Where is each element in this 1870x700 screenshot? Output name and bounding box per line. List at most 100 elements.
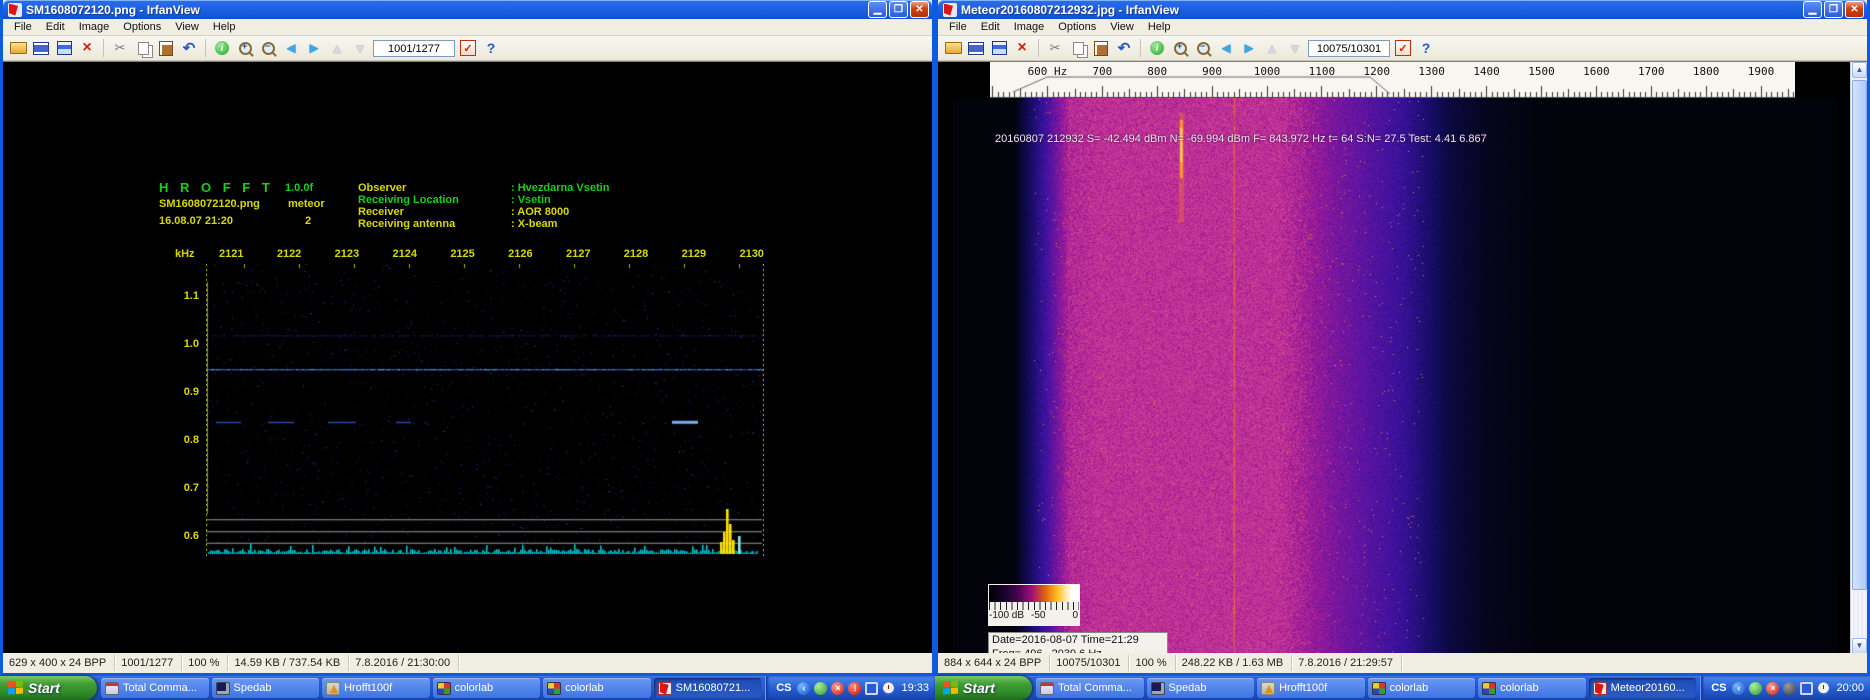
language-indicator[interactable]: CS [776, 682, 793, 694]
help-icon[interactable]: ? [1416, 39, 1436, 58]
paste-icon[interactable] [1091, 39, 1111, 58]
menu-item[interactable]: Image [1007, 20, 1052, 34]
menu-item[interactable]: Options [116, 20, 168, 34]
hide-icons-icon[interactable]: ‹ [1732, 682, 1745, 695]
task-button[interactable]: Hrofft100f [322, 678, 430, 698]
thumbnails-icon[interactable] [966, 39, 986, 58]
menu-item[interactable]: File [942, 20, 974, 34]
menu-item[interactable]: Edit [39, 20, 72, 34]
checkbox-icon[interactable] [458, 39, 478, 58]
spectrogram-mode: meteor [288, 198, 325, 210]
maximize-button[interactable]: ❐ [889, 1, 908, 18]
thumbnails-icon[interactable] [31, 39, 51, 58]
cut-icon[interactable]: ✂ [1045, 39, 1065, 58]
scroll-up-button[interactable]: ▲ [1852, 62, 1867, 78]
display-icon[interactable] [1800, 682, 1813, 695]
tray-error-icon[interactable]: × [1766, 682, 1779, 695]
open-icon[interactable] [8, 39, 28, 58]
delete-icon[interactable]: × [1012, 39, 1032, 58]
previous-file-icon[interactable]: ◄ [1216, 39, 1236, 58]
open-icon[interactable] [943, 39, 963, 58]
ruler-tick-label: 800 [1130, 65, 1185, 78]
tray-warning-icon[interactable]: ! [848, 682, 861, 695]
task-button[interactable]: colorlab [1478, 678, 1586, 698]
zoom-in-icon[interactable]: + [1170, 39, 1190, 58]
task-button[interactable]: colorlab [433, 678, 541, 698]
undo-icon[interactable]: ↶ [1114, 39, 1134, 58]
language-indicator[interactable]: CS [1711, 682, 1728, 694]
cut-icon[interactable]: ✂ [110, 39, 130, 58]
menubar: FileEditImageOptionsViewHelp [3, 19, 932, 36]
image-canvas-left[interactable]: H R O F F T 1.0.0f SM1608072120.png mete… [3, 61, 932, 653]
y-tick-label: 0.8 [184, 434, 199, 446]
taskbar-clock[interactable]: 20:00 [1834, 682, 1864, 694]
page-index-input[interactable] [1308, 40, 1390, 57]
task-icon [1261, 682, 1275, 695]
menu-item[interactable]: Image [72, 20, 117, 34]
close-button[interactable]: ✕ [1845, 1, 1864, 18]
menu-item[interactable]: Options [1051, 20, 1103, 34]
taskbar-clock[interactable]: 19:33 [899, 682, 929, 694]
checkbox-icon[interactable] [1393, 39, 1413, 58]
delete-icon[interactable]: × [77, 39, 97, 58]
undo-icon[interactable]: ↶ [179, 39, 199, 58]
zoom-out-icon[interactable]: − [1193, 39, 1213, 58]
next-file-icon[interactable]: ► [304, 39, 324, 58]
previous-file-icon[interactable]: ◄ [281, 39, 301, 58]
task-button[interactable]: SM16080721... [654, 678, 762, 698]
menu-item[interactable]: View [168, 20, 206, 34]
titlebar[interactable]: Meteor20160807212932.jpg - IrfanView ▁ ❐… [938, 0, 1867, 19]
task-button[interactable]: Total Comma... [1036, 678, 1144, 698]
maximize-button[interactable]: ❐ [1824, 1, 1843, 18]
copy-icon[interactable] [1068, 39, 1088, 58]
scrollbar-thumb[interactable] [1852, 80, 1867, 590]
page-index-input[interactable] [373, 40, 455, 57]
menu-item[interactable]: View [1103, 20, 1141, 34]
status-segment: 248.22 KB / 1.63 MB [1176, 655, 1293, 671]
task-button[interactable]: Total Comma... [101, 678, 209, 698]
clock-icon[interactable] [1817, 682, 1830, 695]
menu-item[interactable]: File [7, 20, 39, 34]
start-button[interactable]: Start [935, 676, 1032, 700]
task-button[interactable]: colorlab [1368, 678, 1476, 698]
down-arrow-icon[interactable]: ▼ [350, 39, 370, 58]
tray-error-icon[interactable]: × [831, 682, 844, 695]
display-icon[interactable] [865, 682, 878, 695]
y-tick-label: 1.0 [184, 338, 199, 350]
up-arrow-icon[interactable]: ▲ [1262, 39, 1282, 58]
minimize-button[interactable]: ▁ [868, 1, 887, 18]
vertical-scrollbar[interactable]: ▲ ▼ [1850, 62, 1867, 653]
menu-item[interactable]: Help [206, 20, 243, 34]
info-icon[interactable] [1147, 39, 1167, 58]
zoom-out-icon[interactable]: − [258, 39, 278, 58]
hide-icons-icon[interactable]: ‹ [797, 682, 810, 695]
zoom-in-icon[interactable]: + [235, 39, 255, 58]
menu-item[interactable]: Help [1141, 20, 1178, 34]
task-button[interactable]: Hrofft100f [1257, 678, 1365, 698]
tray-green-icon[interactable] [1749, 682, 1762, 695]
next-file-icon[interactable]: ► [1239, 39, 1259, 58]
copy-icon[interactable] [133, 39, 153, 58]
task-button[interactable]: Spedab [212, 678, 320, 698]
help-icon[interactable]: ? [481, 39, 501, 58]
titlebar[interactable]: SM1608072120.png - IrfanView ▁ ❐ ✕ [3, 0, 932, 19]
close-button[interactable]: ✕ [910, 1, 929, 18]
task-button[interactable]: colorlab [543, 678, 651, 698]
paste-icon[interactable] [156, 39, 176, 58]
tray-green-icon[interactable] [814, 682, 827, 695]
task-button[interactable]: Meteor20160... [1589, 678, 1697, 698]
save-icon[interactable] [54, 39, 74, 58]
image-canvas-right[interactable]: 600 Hz7008009001000110012001300140015001… [938, 61, 1867, 653]
menu-item[interactable]: Edit [974, 20, 1007, 34]
spectrogram-filename: SM1608072120.png [159, 198, 260, 210]
minimize-button[interactable]: ▁ [1803, 1, 1822, 18]
up-arrow-icon[interactable]: ▲ [327, 39, 347, 58]
scroll-down-button[interactable]: ▼ [1852, 638, 1867, 653]
down-arrow-icon[interactable]: ▼ [1285, 39, 1305, 58]
tray-dark-icon[interactable] [1783, 682, 1796, 695]
save-icon[interactable] [989, 39, 1009, 58]
clock-icon[interactable] [882, 682, 895, 695]
task-button[interactable]: Spedab [1147, 678, 1255, 698]
start-button[interactable]: Start [0, 676, 97, 700]
info-icon[interactable] [212, 39, 232, 58]
